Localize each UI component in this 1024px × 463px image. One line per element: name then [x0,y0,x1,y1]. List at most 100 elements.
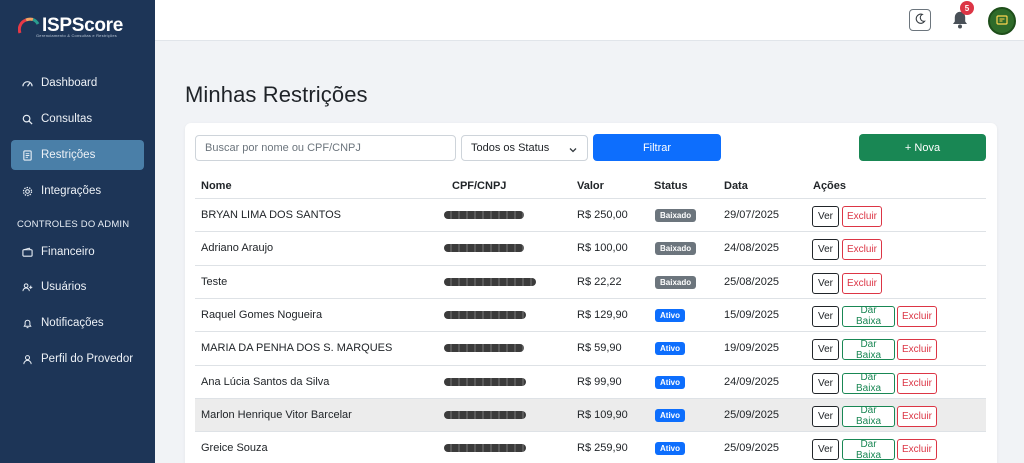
cell-nome: Marlon Henrique Vitor Barcelar [201,408,352,421]
write-off-button[interactable]: Dar Baixa [842,405,895,427]
new-restriction-button[interactable]: + Nova [859,134,986,161]
cell-data: 24/09/2025 [724,375,780,388]
column-header-cpf-cnpj[interactable]: CPF/CNPJ [452,180,506,192]
sidebar-item-perfil-provedor[interactable]: Perfil do Provedor [11,344,144,374]
masked-cpf-cnpj [444,377,526,386]
avatar-icon [996,12,1008,30]
search-icon [21,113,33,125]
table-row[interactable]: Adriano Araujo R$ 100,00 Baixado 24/08/2025… [195,231,986,264]
sidebar-item-dashboard[interactable]: Dashboard [11,68,144,98]
delete-button[interactable]: Excluir [842,272,882,294]
sidebar-item-financeiro[interactable]: Financeiro [11,237,144,267]
delete-button[interactable]: Excluir [842,206,882,227]
column-header-valor[interactable]: Valor [577,180,604,192]
column-header-acoes: Ações [813,180,847,192]
cell-valor: R$ 22,22 [577,275,622,288]
status-badge: Baixado [655,275,697,289]
table-row[interactable]: BRYAN LIMA DOS SANTOS R$ 250,00 Baixado 29/… [195,198,986,231]
cell-valor: R$ 100,00 [577,242,628,255]
cell-data: 25/09/2025 [724,442,780,455]
view-button[interactable]: Ver [812,239,839,261]
cell-nome: Teste [201,275,228,288]
cell-valor: R$ 99,90 [577,375,622,388]
sidebar-item-label: Restrições [41,149,96,161]
cell-valor: R$ 59,90 [577,342,622,355]
status-badge: Baixado [655,242,697,256]
status-select-value: Todos os Status [471,142,550,154]
users-icon [21,281,33,293]
cell-nome: Adriano Araujo [201,242,274,255]
theme-toggle-button[interactable] [909,9,931,31]
status-badge: Ativo [655,375,685,389]
user-avatar[interactable] [988,7,1016,35]
masked-cpf-cnpj [444,310,526,319]
column-header-status[interactable]: Status [654,180,688,192]
table-row[interactable]: Raquel Gomes Nogueira R$ 129,90 Ativo 15/09… [195,297,986,331]
sidebar-item-label: Financeiro [41,246,95,258]
sidebar-item-consultas[interactable]: Consultas [11,104,144,134]
filter-button[interactable]: Filtrar [593,134,721,161]
sidebar: ISPScore Gerenciamento & Consultas e Res… [0,0,155,463]
table-row[interactable]: Ana Lúcia Santos da Silva R$ 99,90 Ativo 24… [195,364,986,398]
view-button[interactable]: Ver [812,272,839,294]
status-badge: Ativo [655,342,685,356]
sidebar-item-label: Consultas [41,113,93,125]
cell-nome: Ana Lúcia Santos da Silva [201,375,330,388]
sidebar-item-restricoes[interactable]: Restrições [11,140,144,170]
delete-button[interactable]: Excluir [897,305,937,327]
cell-data: 19/09/2025 [724,342,780,355]
masked-cpf-cnpj [444,344,524,353]
chevron-down-icon [569,145,577,153]
delete-button[interactable]: Excluir [897,405,937,427]
table-row[interactable]: Marlon Henrique Vitor Barcelar R$ 109,90 A… [195,397,986,431]
cell-data: 24/08/2025 [724,242,780,255]
wallet-icon [21,246,33,258]
view-button[interactable]: Ver [812,439,839,461]
cell-nome: MARIA DA PENHA DOS S. MARQUES [201,342,393,355]
user-icon [21,353,33,365]
table-row[interactable]: MARIA DA PENHA DOS S. MARQUES R$ 59,90 Ati… [195,331,986,364]
brand-tagline: Gerenciamento & Consultas e Restrições [36,33,117,38]
admin-section-title: CONTROLES DO ADMIN [17,219,130,230]
masked-cpf-cnpj [444,244,524,253]
view-button[interactable]: Ver [812,305,839,327]
view-button[interactable]: Ver [812,405,839,427]
sidebar-item-integracoes[interactable]: Integrações [11,176,144,206]
view-button[interactable]: Ver [812,339,839,361]
delete-button[interactable]: Excluir [842,239,882,261]
moon-icon [915,11,926,29]
delete-button[interactable]: Excluir [897,372,937,394]
table-row[interactable]: Greice Souza R$ 259,90 Ativo 25/09/2025 Ver D… [195,431,986,463]
cell-nome: Greice Souza [201,442,268,455]
view-button[interactable]: Ver [812,372,839,394]
masked-cpf-cnpj [444,211,524,219]
cell-nome: BRYAN LIMA DOS SANTOS [201,209,341,221]
status-filter-select[interactable]: Todos os Status [461,135,588,161]
notification-count-badge: 5 [960,1,974,15]
sidebar-item-notificacoes[interactable]: Notificações [11,308,144,338]
cell-valor: R$ 109,90 [577,408,628,421]
masked-cpf-cnpj [444,277,536,286]
write-off-button[interactable]: Dar Baixa [842,339,895,361]
sidebar-item-label: Integrações [41,185,102,197]
write-off-button[interactable]: Dar Baixa [842,372,895,394]
cell-data: 25/08/2025 [724,275,780,288]
cell-valor: R$ 259,90 [577,442,628,455]
delete-button[interactable]: Excluir [897,339,937,361]
masked-cpf-cnpj [444,410,526,419]
cell-valor: R$ 129,90 [577,308,628,321]
masked-cpf-cnpj [444,444,526,453]
view-button[interactable]: Ver [812,206,839,227]
sidebar-item-label: Notificações [41,317,104,329]
column-header-nome[interactable]: Nome [201,180,232,192]
write-off-button[interactable]: Dar Baixa [842,305,895,327]
table-row[interactable]: Teste R$ 22,22 Baixado 25/08/2025 Ver Excluir [195,264,986,298]
search-input[interactable] [195,135,456,161]
cell-data: 25/09/2025 [724,408,780,421]
column-header-data[interactable]: Data [724,180,748,192]
sidebar-item-usuarios[interactable]: Usuários [11,272,144,302]
top-bar: 5 [155,0,1024,41]
page-title: Minhas Restrições [185,82,368,107]
delete-button[interactable]: Excluir [897,439,937,461]
write-off-button[interactable]: Dar Baixa [842,439,895,461]
